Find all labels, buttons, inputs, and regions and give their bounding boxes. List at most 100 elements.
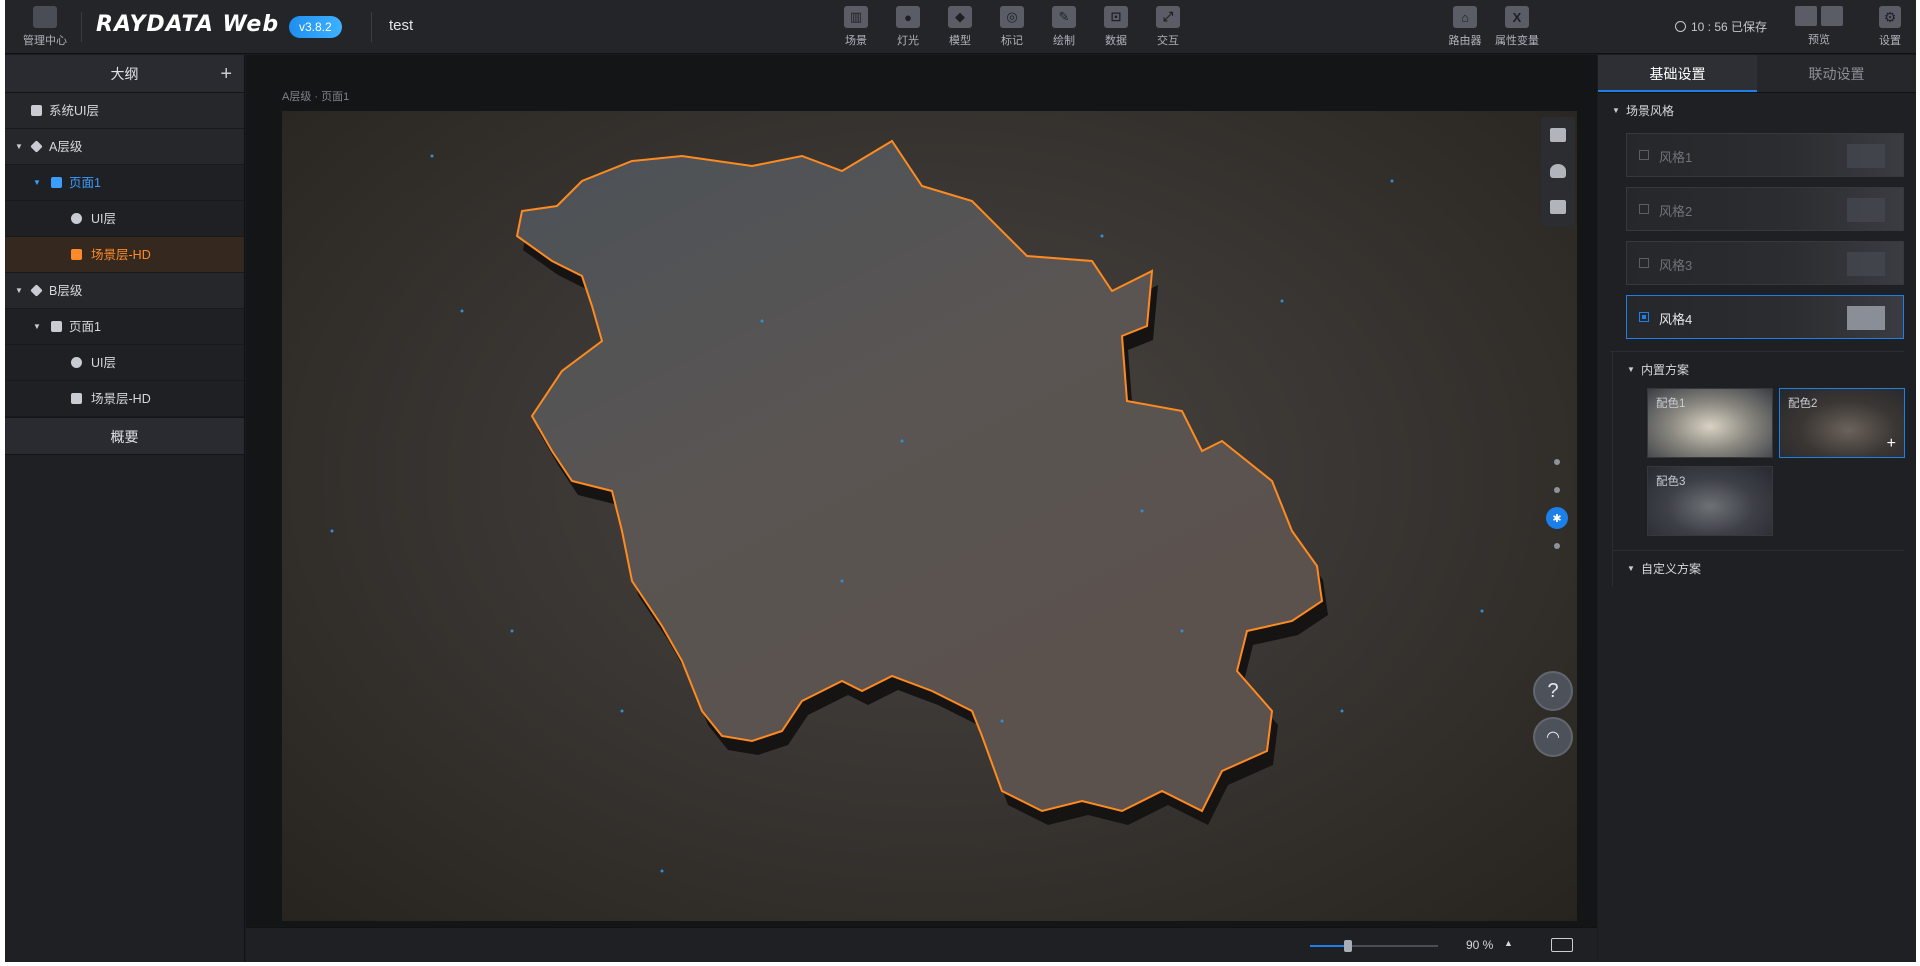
- breadcrumb: A层级 · 页面1: [282, 91, 350, 103]
- tree-label: UI层: [91, 356, 117, 370]
- color-scheme-card[interactable]: 配色3: [1647, 466, 1773, 536]
- chevron-down-icon[interactable]: ▼: [33, 165, 41, 201]
- chevron-down-icon[interactable]: ▼: [33, 309, 41, 345]
- help-button[interactable]: ?: [1533, 671, 1573, 711]
- tree-item-ui-layer[interactable]: UI层: [5, 201, 244, 237]
- layers-icon: [30, 140, 43, 153]
- support-button[interactable]: ◠: [1533, 717, 1573, 757]
- tree-item-layer-b[interactable]: ▼ B层级: [5, 273, 244, 309]
- page-icon: [51, 321, 62, 332]
- tool-model-button[interactable]: ◆ 模型: [934, 6, 986, 52]
- tree-item-layer-a[interactable]: ▼ A层级: [5, 129, 244, 165]
- scene-tools: [1541, 117, 1575, 227]
- management-center-button[interactable]: 管理中心: [19, 6, 71, 50]
- tree-label: A层级: [49, 140, 83, 154]
- style-option[interactable]: 风格1: [1626, 133, 1904, 177]
- tree-label: 场景层-HD: [91, 248, 151, 262]
- tool-draw-button[interactable]: ✎ 绘制: [1038, 6, 1090, 52]
- main-toolbar: ▥ 场景 ● 灯光 ◆ 模型 ◎ 标记 ✎ 绘制 ⊡ 数据 ⤢ 交互: [830, 6, 1194, 52]
- canvas-area: A层级 · 页面1 ✱ ? ◠: [246, 55, 1597, 927]
- builtin-section[interactable]: ▼ 内置方案: [1613, 352, 1904, 388]
- tree-item-page[interactable]: ▼ 页面1: [5, 309, 244, 345]
- ui-layer-icon: [71, 213, 82, 224]
- draw-icon: ✎: [1052, 6, 1076, 28]
- settings-button[interactable]: ⚙ 设置: [1870, 6, 1910, 52]
- router-button[interactable]: ⌂ 路由器: [1439, 6, 1491, 52]
- tool-label: 灯光: [897, 35, 919, 47]
- checkbox[interactable]: [1639, 258, 1649, 268]
- tool-label: 属性变量: [1495, 35, 1539, 47]
- scene-style-section[interactable]: ▼ 场景风格: [1598, 93, 1916, 129]
- checkbox[interactable]: [1639, 204, 1649, 214]
- scheme-name: 配色3: [1656, 476, 1686, 488]
- chevron-up-icon[interactable]: ▲: [1504, 938, 1513, 948]
- style-option-selected[interactable]: 风格4: [1626, 295, 1904, 339]
- keyboard-icon[interactable]: [1551, 938, 1573, 952]
- chevron-down-icon[interactable]: ▼: [15, 129, 23, 165]
- view-mode-dots: ✱: [1546, 459, 1568, 571]
- sliders-icon: [1550, 128, 1566, 142]
- scheme-name: 配色1: [1656, 398, 1686, 410]
- tool-label: 绘制: [1053, 35, 1075, 47]
- summary-header[interactable]: 概要: [5, 417, 244, 455]
- chevron-down-icon: ▼: [1627, 365, 1635, 374]
- tree-label: 页面1: [69, 320, 101, 334]
- variables-button[interactable]: X 属性变量: [1491, 6, 1543, 52]
- monitor-icon: [1821, 6, 1843, 26]
- app-logo: RAYDATA Web: [96, 12, 280, 37]
- preview-button[interactable]: 预览: [1790, 6, 1848, 52]
- zoom-slider[interactable]: [1310, 940, 1438, 952]
- scene-viewport[interactable]: ✱ ? ◠: [282, 111, 1577, 921]
- custom-section[interactable]: ▼ 自定义方案: [1613, 551, 1904, 587]
- play-icon: [1795, 6, 1817, 26]
- tree-item-ui-layer[interactable]: UI层: [5, 345, 244, 381]
- tool-label: 场景: [845, 35, 867, 47]
- add-icon[interactable]: +: [220, 55, 232, 93]
- outline-title: 大纲: [110, 66, 139, 82]
- person-button[interactable]: [1541, 153, 1575, 189]
- clock-icon: [1675, 21, 1686, 32]
- divider: [81, 12, 82, 42]
- adjust-button[interactable]: [1541, 117, 1575, 153]
- tree-item-scene-layer[interactable]: 场景层-HD: [5, 381, 244, 417]
- view-dot[interactable]: [1554, 459, 1560, 465]
- tab-basic-settings[interactable]: 基础设置: [1598, 55, 1757, 92]
- view-dot[interactable]: [1554, 543, 1560, 549]
- chevron-down-icon[interactable]: ▼: [15, 273, 23, 309]
- canvas-status-bar: 90 % ▲: [246, 927, 1597, 962]
- tool-label: 交互: [1157, 35, 1179, 47]
- checkbox[interactable]: [1639, 312, 1649, 322]
- view-dot[interactable]: [1554, 487, 1560, 493]
- tool-light-button[interactable]: ● 灯光: [882, 6, 934, 52]
- router-icon: ⌂: [1453, 6, 1477, 28]
- tab-linkage-settings[interactable]: 联动设置: [1757, 55, 1916, 92]
- style-option[interactable]: 风格3: [1626, 241, 1904, 285]
- color-scheme-grid: 配色1 配色2 + 配色3: [1613, 388, 1905, 546]
- right-toolbar: ⌂ 路由器 X 属性变量: [1439, 6, 1543, 52]
- tool-label: 模型: [949, 35, 971, 47]
- color-scheme-card[interactable]: 配色1: [1647, 388, 1773, 458]
- add-icon[interactable]: +: [1887, 435, 1896, 453]
- color-scheme-card-selected[interactable]: 配色2 +: [1779, 388, 1905, 458]
- tree-item-system-ui[interactable]: 系统UI层: [5, 93, 244, 129]
- settings-tabs: 基础设置 联动设置: [1598, 55, 1916, 93]
- pin-icon[interactable]: ✱: [1546, 507, 1568, 529]
- tool-marker-button[interactable]: ◎ 标记: [986, 6, 1038, 52]
- zoom-slider-thumb[interactable]: [1344, 940, 1353, 952]
- zoom-value[interactable]: 90 %: [1466, 938, 1493, 952]
- style-thumbnail: [1847, 252, 1885, 276]
- ui-layer-icon: [71, 357, 82, 368]
- scene-icon: ▥: [844, 6, 868, 28]
- tree-item-scene-layer[interactable]: 场景层-HD: [5, 237, 244, 273]
- style-option[interactable]: 风格2: [1626, 187, 1904, 231]
- components-button[interactable]: [1541, 189, 1575, 225]
- tool-scene-button[interactable]: ▥ 场景: [830, 6, 882, 52]
- tool-data-button[interactable]: ⊡ 数据: [1090, 6, 1142, 52]
- zoom-slider-fill: [1310, 945, 1349, 947]
- checkbox[interactable]: [1639, 150, 1649, 160]
- tree-item-page[interactable]: ▼ 页面1: [5, 165, 244, 201]
- tool-interaction-button[interactable]: ⤢ 交互: [1142, 6, 1194, 52]
- outline-header: 大纲 +: [5, 55, 244, 93]
- tree-label: 系统UI层: [49, 104, 100, 118]
- settings-panel: 基础设置 联动设置 ▼ 场景风格 风格1 风格2 风格3 风格4 ▼ 内置方案 …: [1598, 55, 1916, 962]
